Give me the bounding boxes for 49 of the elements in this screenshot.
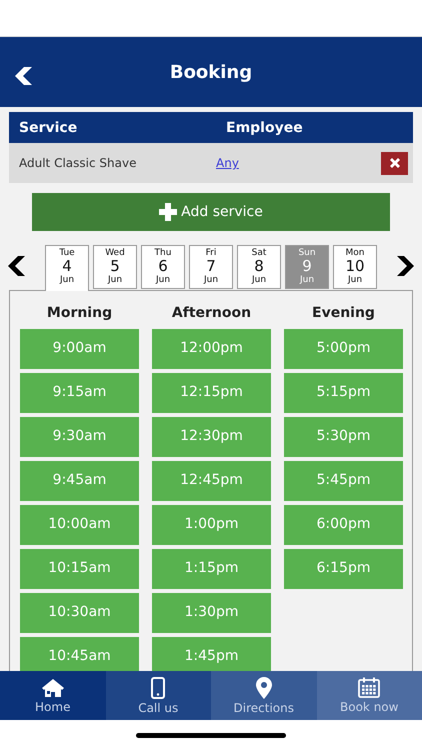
- day-tab[interactable]: Tue 4 Jun: [45, 245, 89, 291]
- time-slot-button[interactable]: 9:30am: [20, 417, 139, 457]
- nav-tab[interactable]: Book now: [316, 671, 422, 720]
- time-slot-button[interactable]: 5:00pm: [284, 329, 403, 369]
- add-service-button[interactable]: Add service: [32, 193, 390, 231]
- period-heading: Evening: [311, 305, 376, 323]
- delete-button[interactable]: [381, 152, 408, 174]
- time-slot-button[interactable]: 1:15pm: [152, 549, 271, 589]
- day-tab[interactable]: Wed 5 Jun: [93, 245, 137, 289]
- column-header: Service: [18, 120, 78, 136]
- location-pin-icon: [256, 676, 272, 698]
- time-slot-button[interactable]: 6:15pm: [284, 549, 403, 589]
- day-tab[interactable]: Mon 10 Jun: [333, 245, 377, 289]
- nav-tab[interactable]: Call us: [106, 671, 211, 720]
- column-header: Employee: [225, 120, 304, 136]
- time-slot-button[interactable]: 5:45pm: [284, 461, 403, 501]
- close-icon: [388, 156, 402, 170]
- back-button[interactable]: [14, 67, 34, 85]
- service-name: Adult Classic Shave: [18, 156, 138, 170]
- time-slot-button[interactable]: 9:45am: [20, 461, 139, 501]
- time-slot-button[interactable]: 10:15am: [20, 549, 139, 589]
- time-slot-button[interactable]: 12:00pm: [152, 329, 271, 369]
- time-slot-button[interactable]: 12:15pm: [152, 373, 271, 413]
- employee-link[interactable]: Any: [216, 156, 239, 170]
- day-tab[interactable]: Sat 8 Jun: [237, 245, 281, 289]
- calendar-icon: [358, 677, 380, 698]
- time-slot-button[interactable]: 9:00am: [20, 329, 139, 369]
- time-slot-button[interactable]: 10:30am: [20, 593, 139, 633]
- plus-icon: [159, 203, 178, 221]
- nav-tab[interactable]: Directions: [211, 671, 316, 720]
- time-slot-button[interactable]: 12:30pm: [152, 417, 271, 457]
- time-slot-button[interactable]: 12:45pm: [152, 461, 271, 501]
- period-heading: Afternoon: [170, 305, 252, 323]
- day-tab[interactable]: Fri 7 Jun: [189, 245, 233, 289]
- time-slot-button[interactable]: 1:00pm: [152, 505, 271, 545]
- time-slot-button[interactable]: 1:45pm: [152, 637, 271, 671]
- time-slot-button[interactable]: 6:00pm: [284, 505, 403, 545]
- page-title: Booking: [170, 62, 252, 82]
- time-slot-button[interactable]: 10:00am: [20, 505, 139, 545]
- time-slot-button[interactable]: 10:45am: [20, 637, 139, 671]
- nav-tab[interactable]: Home: [0, 671, 106, 720]
- time-slot-button[interactable]: 5:15pm: [284, 373, 403, 413]
- time-slot-button[interactable]: 5:30pm: [284, 417, 403, 457]
- phone-icon: [151, 676, 166, 698]
- home-icon: [40, 678, 65, 698]
- time-slot-button[interactable]: 9:15am: [20, 373, 139, 413]
- time-slot-button[interactable]: 1:30pm: [152, 593, 271, 633]
- day-tab[interactable]: Thu 6 Jun: [141, 245, 185, 289]
- period-heading: Morning: [46, 305, 114, 323]
